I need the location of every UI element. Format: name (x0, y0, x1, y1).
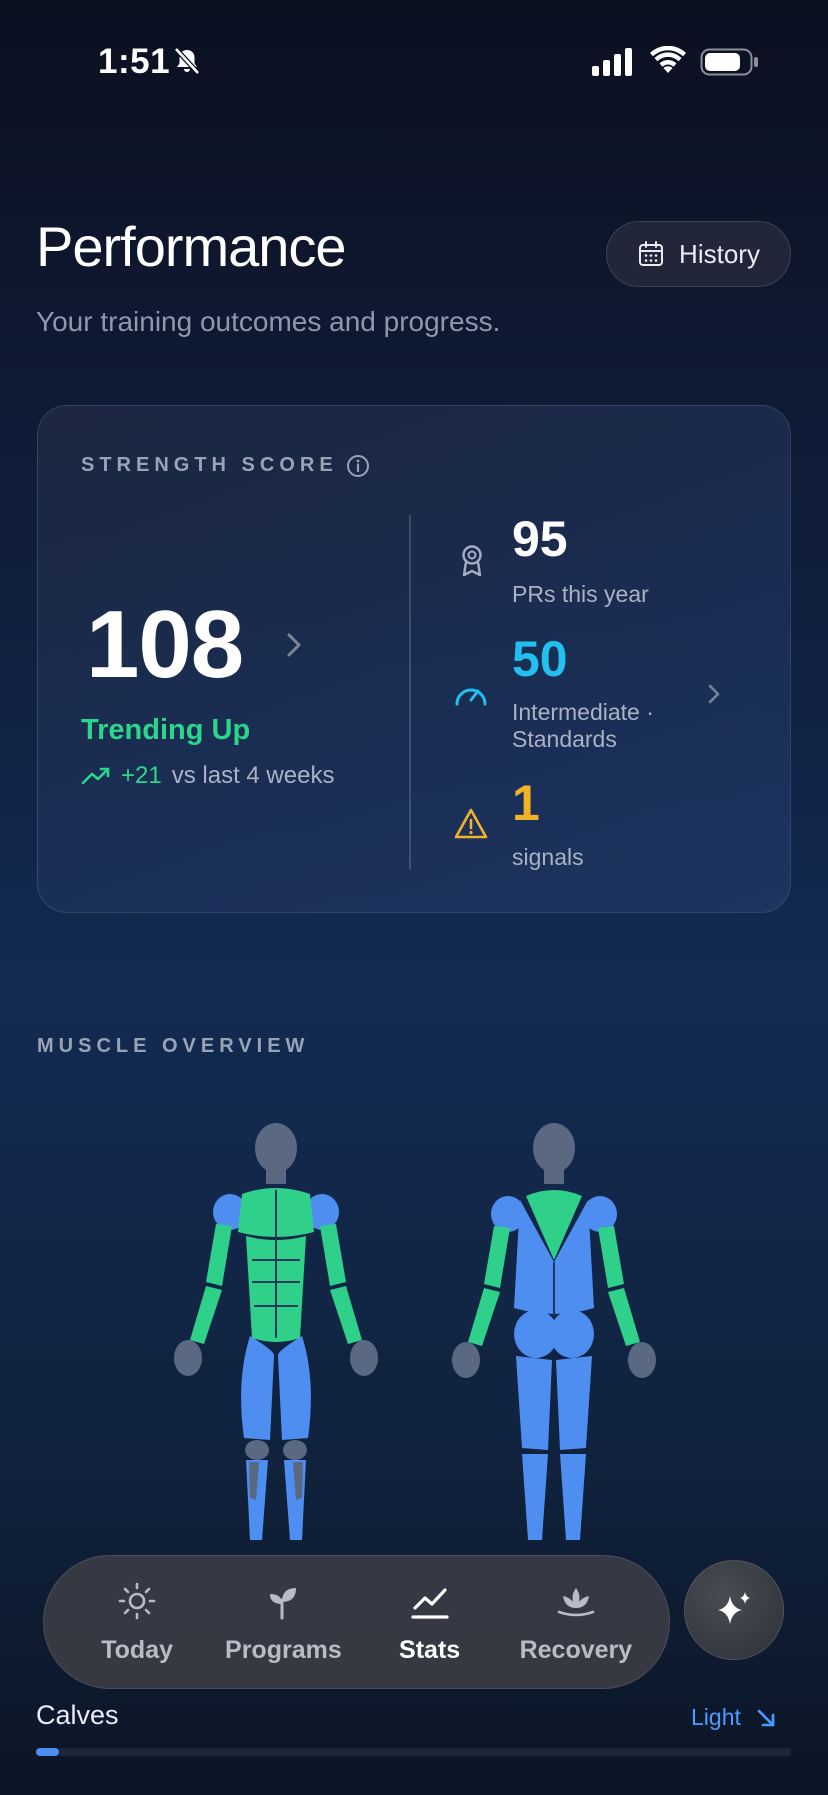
card-divider (409, 515, 411, 870)
arrow-down-right-icon (757, 1709, 775, 1726)
gauge-icon (455, 688, 487, 706)
battery-icon (700, 48, 758, 76)
muscle-row-progress-track (36, 1748, 791, 1756)
trend-delta: +21 (121, 762, 162, 789)
chevron-right-icon[interactable] (284, 630, 304, 660)
trend-summary: +21 vs last 4 weeks (81, 762, 334, 790)
status-time: 1:51 (98, 42, 171, 81)
trending-up-icon (81, 767, 110, 785)
muscle-body-map[interactable] (150, 1120, 710, 1560)
sprout-icon (270, 1587, 297, 1619)
muscle-row-progress-fill (36, 1748, 59, 1756)
signals-label: signals (512, 844, 584, 870)
sparkles-icon (718, 1592, 750, 1624)
tab-label: Today (101, 1635, 173, 1664)
chevron-right-icon[interactable] (706, 682, 722, 706)
chart-line-icon (411, 1587, 449, 1619)
history-button[interactable]: History (606, 221, 791, 287)
tab-recovery[interactable]: Recovery (506, 1580, 646, 1665)
tab-programs[interactable]: Programs (213, 1580, 353, 1665)
page-subtitle: Your training outcomes and progress. (36, 306, 501, 337)
trend-label: Trending Up (81, 714, 251, 746)
muscle-row-status: Light (691, 1704, 777, 1731)
tab-label: Recovery (519, 1635, 633, 1664)
tab-label: Stats (399, 1635, 461, 1664)
tab-today[interactable]: Today (67, 1580, 207, 1665)
front-body-figure (174, 1123, 378, 1540)
strength-score-label: STRENGTH SCORE (81, 454, 338, 476)
tab-label: Programs (225, 1635, 342, 1664)
muscle-row-label[interactable]: Calves (36, 1700, 119, 1731)
wifi-icon (650, 46, 686, 73)
prs-label: PRs this year (512, 581, 649, 607)
award-icon (462, 545, 482, 577)
cellular-signal-icon (592, 48, 632, 76)
bell-slash-icon (174, 47, 200, 75)
signals-value[interactable]: 1 (512, 774, 540, 832)
back-body-figure (452, 1123, 656, 1540)
ai-assistant-button[interactable] (684, 1560, 784, 1660)
trend-suffix: vs last 4 weeks (171, 762, 335, 789)
lotus-icon (557, 1587, 595, 1616)
muscle-row-status-label: Light (691, 1704, 741, 1730)
history-label: History (679, 238, 760, 269)
calendar-icon (639, 241, 664, 266)
muscle-overview-title: MUSCLE OVERVIEW (37, 1035, 310, 1057)
standards-label-line2: Standards (512, 726, 617, 752)
strength-score-value[interactable]: 108 (86, 590, 244, 700)
standards-value[interactable]: 50 (512, 630, 568, 688)
prs-value: 95 (512, 511, 568, 567)
page-title: Performance (36, 215, 347, 278)
sun-icon (118, 1582, 156, 1619)
info-icon[interactable] (346, 454, 370, 478)
warning-icon (454, 808, 488, 839)
standards-label-line1: Intermediate · (512, 699, 654, 725)
bottom-tab-bar: Today Programs Stats Recovery (43, 1555, 670, 1689)
tab-stats[interactable]: Stats (360, 1580, 500, 1665)
